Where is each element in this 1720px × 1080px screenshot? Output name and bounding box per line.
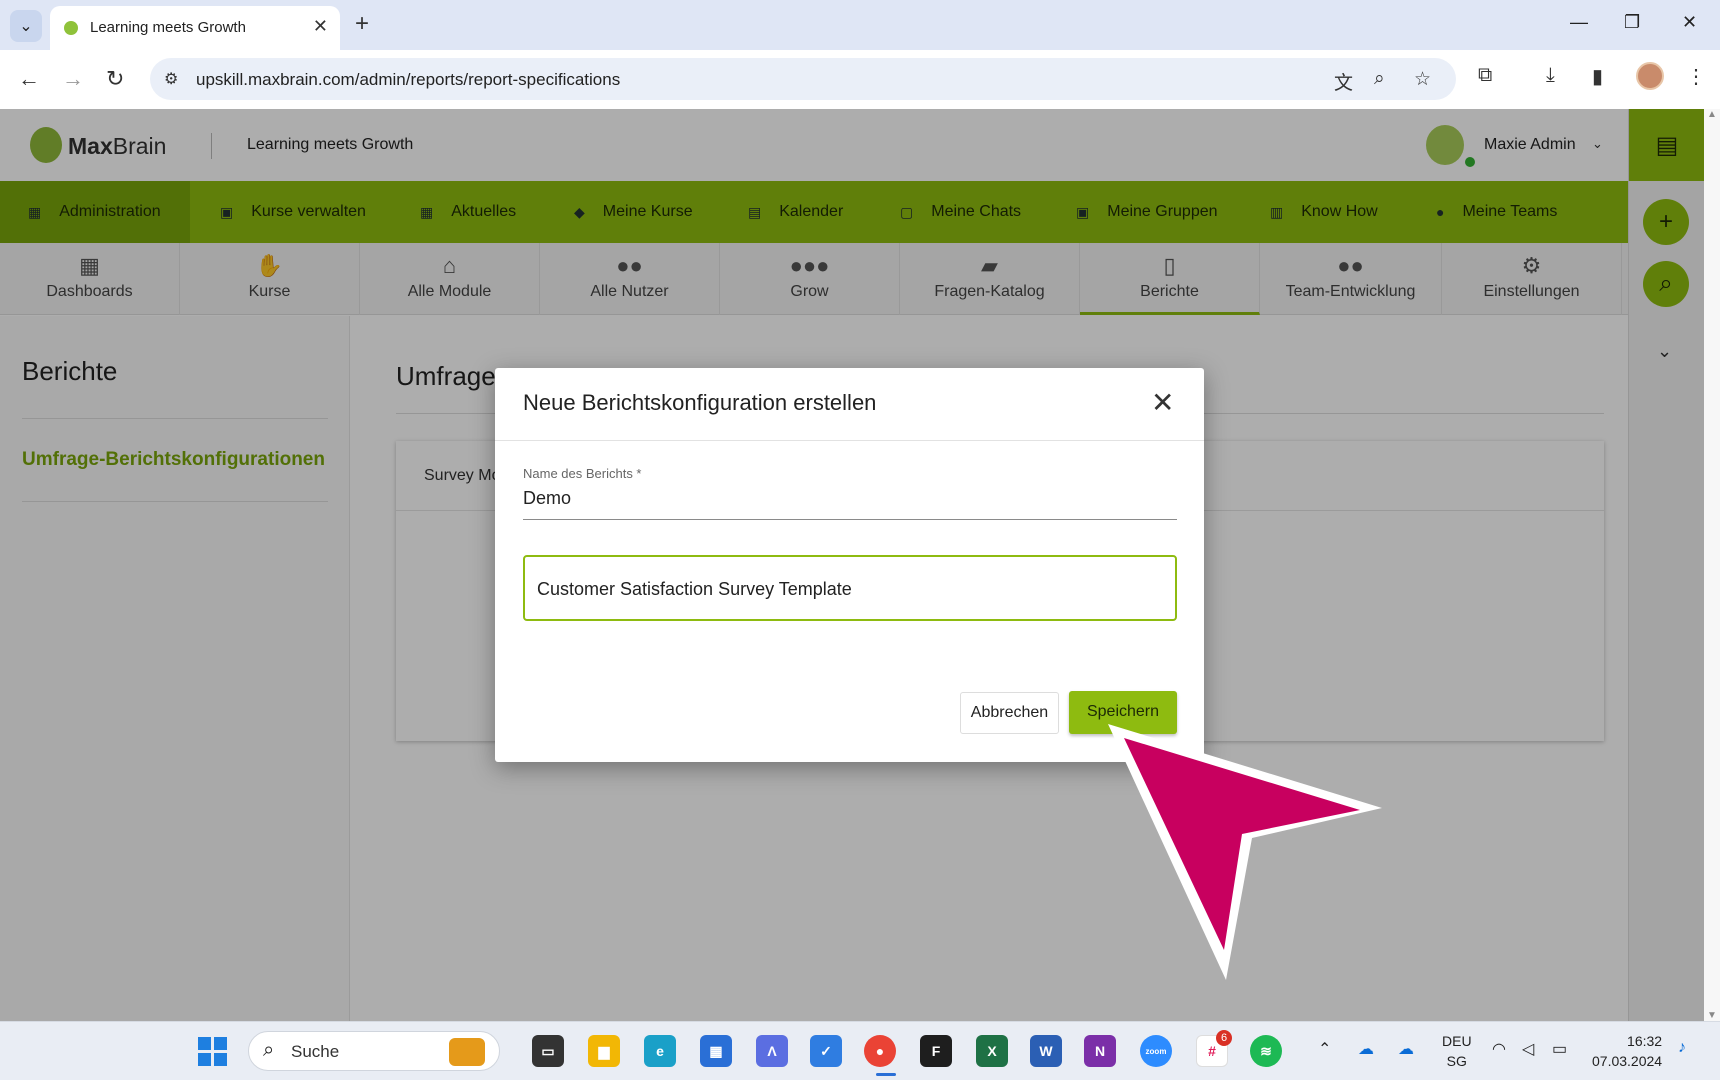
onenote-icon[interactable]: N (1084, 1035, 1116, 1067)
divider (495, 440, 1204, 441)
wifi-icon[interactable]: ◠ (1492, 1039, 1506, 1059)
browser-toolbar: ← → ↻ ⚙ upskill.maxbrain.com/admin/repor… (0, 50, 1720, 109)
onedrive-business-icon[interactable]: ☁ (1398, 1039, 1414, 1059)
restore-icon[interactable]: ❐ (1624, 12, 1640, 33)
active-app-indicator (876, 1073, 896, 1076)
figma-icon[interactable]: F (920, 1035, 952, 1067)
briefcase-icon (449, 1038, 485, 1066)
zoom-icon[interactable]: zoom (1140, 1035, 1172, 1067)
scroll-up-icon[interactable]: ▲ (1707, 109, 1717, 120)
report-name-input[interactable]: Demo (523, 486, 1177, 520)
create-report-config-dialog: Neue Berichtskonfiguration erstellen ✕ N… (495, 368, 1204, 762)
dialog-title: Neue Berichtskonfiguration erstellen (523, 390, 877, 415)
todo-icon[interactable]: ✓ (810, 1035, 842, 1067)
taskbar-search[interactable]: ⌕ Suche (248, 1031, 500, 1071)
slack-badge: 6 (1216, 1030, 1232, 1046)
translate-icon[interactable]: 文 (1334, 68, 1353, 95)
store-icon[interactable]: ▦ (700, 1035, 732, 1067)
clock[interactable]: 16:32 07.03.2024 (1592, 1031, 1662, 1071)
url-text[interactable]: upskill.maxbrain.com/admin/reports/repor… (196, 70, 620, 90)
browser-tab-bar: ⌄ Learning meets Growth ✕ + — ❐ ✕ (0, 0, 1720, 50)
cancel-button[interactable]: Abbrechen (960, 692, 1059, 734)
language-indicator[interactable]: DEU SG (1442, 1031, 1472, 1071)
word-icon[interactable]: W (1030, 1035, 1062, 1067)
scroll-down-icon[interactable]: ▼ (1707, 1010, 1717, 1021)
close-window-icon[interactable]: ✕ (1682, 12, 1697, 33)
task-view-icon[interactable]: ▭ (532, 1035, 564, 1067)
address-bar[interactable]: ⚙ upskill.maxbrain.com/admin/reports/rep… (150, 58, 1456, 100)
volume-icon[interactable]: ◁ (1522, 1039, 1534, 1059)
file-explorer-icon[interactable]: ▆ (588, 1035, 620, 1067)
tab-title: Learning meets Growth (90, 19, 246, 36)
close-tab-icon[interactable]: ✕ (313, 16, 328, 37)
chevron-up-icon[interactable]: ⌃ (1318, 1039, 1331, 1059)
site-info-icon[interactable]: ⚙ (164, 69, 178, 89)
zoom-icon[interactable]: ⌕ (1374, 68, 1385, 90)
new-tab-button[interactable]: + (355, 10, 369, 38)
survey-template-value: Customer Satisfaction Survey Template (537, 579, 852, 599)
windows-start-icon[interactable] (198, 1037, 228, 1067)
profile-avatar[interactable] (1636, 62, 1664, 90)
battery-icon[interactable]: ▭ (1552, 1039, 1567, 1059)
notification-bell-icon[interactable]: ♪ (1678, 1039, 1686, 1057)
report-name-label: Name des Berichts * (523, 466, 642, 481)
menu-kebab-icon[interactable]: ⋮ (1686, 64, 1706, 89)
back-icon[interactable]: ← (18, 66, 40, 92)
download-icon[interactable]: ⤓ (1546, 64, 1555, 87)
taskbar-search-label: Suche (291, 1042, 340, 1061)
extensions-icon[interactable]: ⧉ (1478, 64, 1492, 87)
taskbar: ⌕ Suche ▭ ▆ e ▦ Λ ✓ ● F X W N zoom # 6 ≋… (0, 1021, 1720, 1080)
chrome-icon[interactable]: ● (864, 1035, 896, 1067)
onedrive-icon[interactable]: ☁ (1358, 1039, 1374, 1059)
close-icon[interactable]: ✕ (1151, 386, 1174, 419)
web-page: MaxBrain Learning meets Growth Maxie Adm… (0, 109, 1720, 1021)
forward-icon[interactable]: → (62, 66, 84, 92)
page-scrollbar[interactable]: ▲ ▼ (1704, 109, 1720, 1021)
minimize-icon[interactable]: — (1570, 12, 1588, 33)
survey-template-select[interactable]: Customer Satisfaction Survey Template (523, 555, 1177, 621)
excel-icon[interactable]: X (976, 1035, 1008, 1067)
affinity-icon[interactable]: Λ (756, 1035, 788, 1067)
edge-icon[interactable]: e (644, 1035, 676, 1067)
side-panel-icon[interactable]: ▮ (1592, 64, 1603, 89)
pointer-arrow-icon (1108, 724, 1382, 980)
browser-tab[interactable]: Learning meets Growth ✕ (50, 6, 340, 50)
favicon-icon (64, 21, 78, 35)
spotify-icon[interactable]: ≋ (1250, 1035, 1282, 1067)
tab-search-button[interactable]: ⌄ (10, 10, 42, 42)
reload-icon[interactable]: ↻ (106, 66, 124, 92)
bookmark-star-icon[interactable]: ☆ (1414, 68, 1431, 91)
search-icon: ⌕ (263, 1039, 275, 1061)
